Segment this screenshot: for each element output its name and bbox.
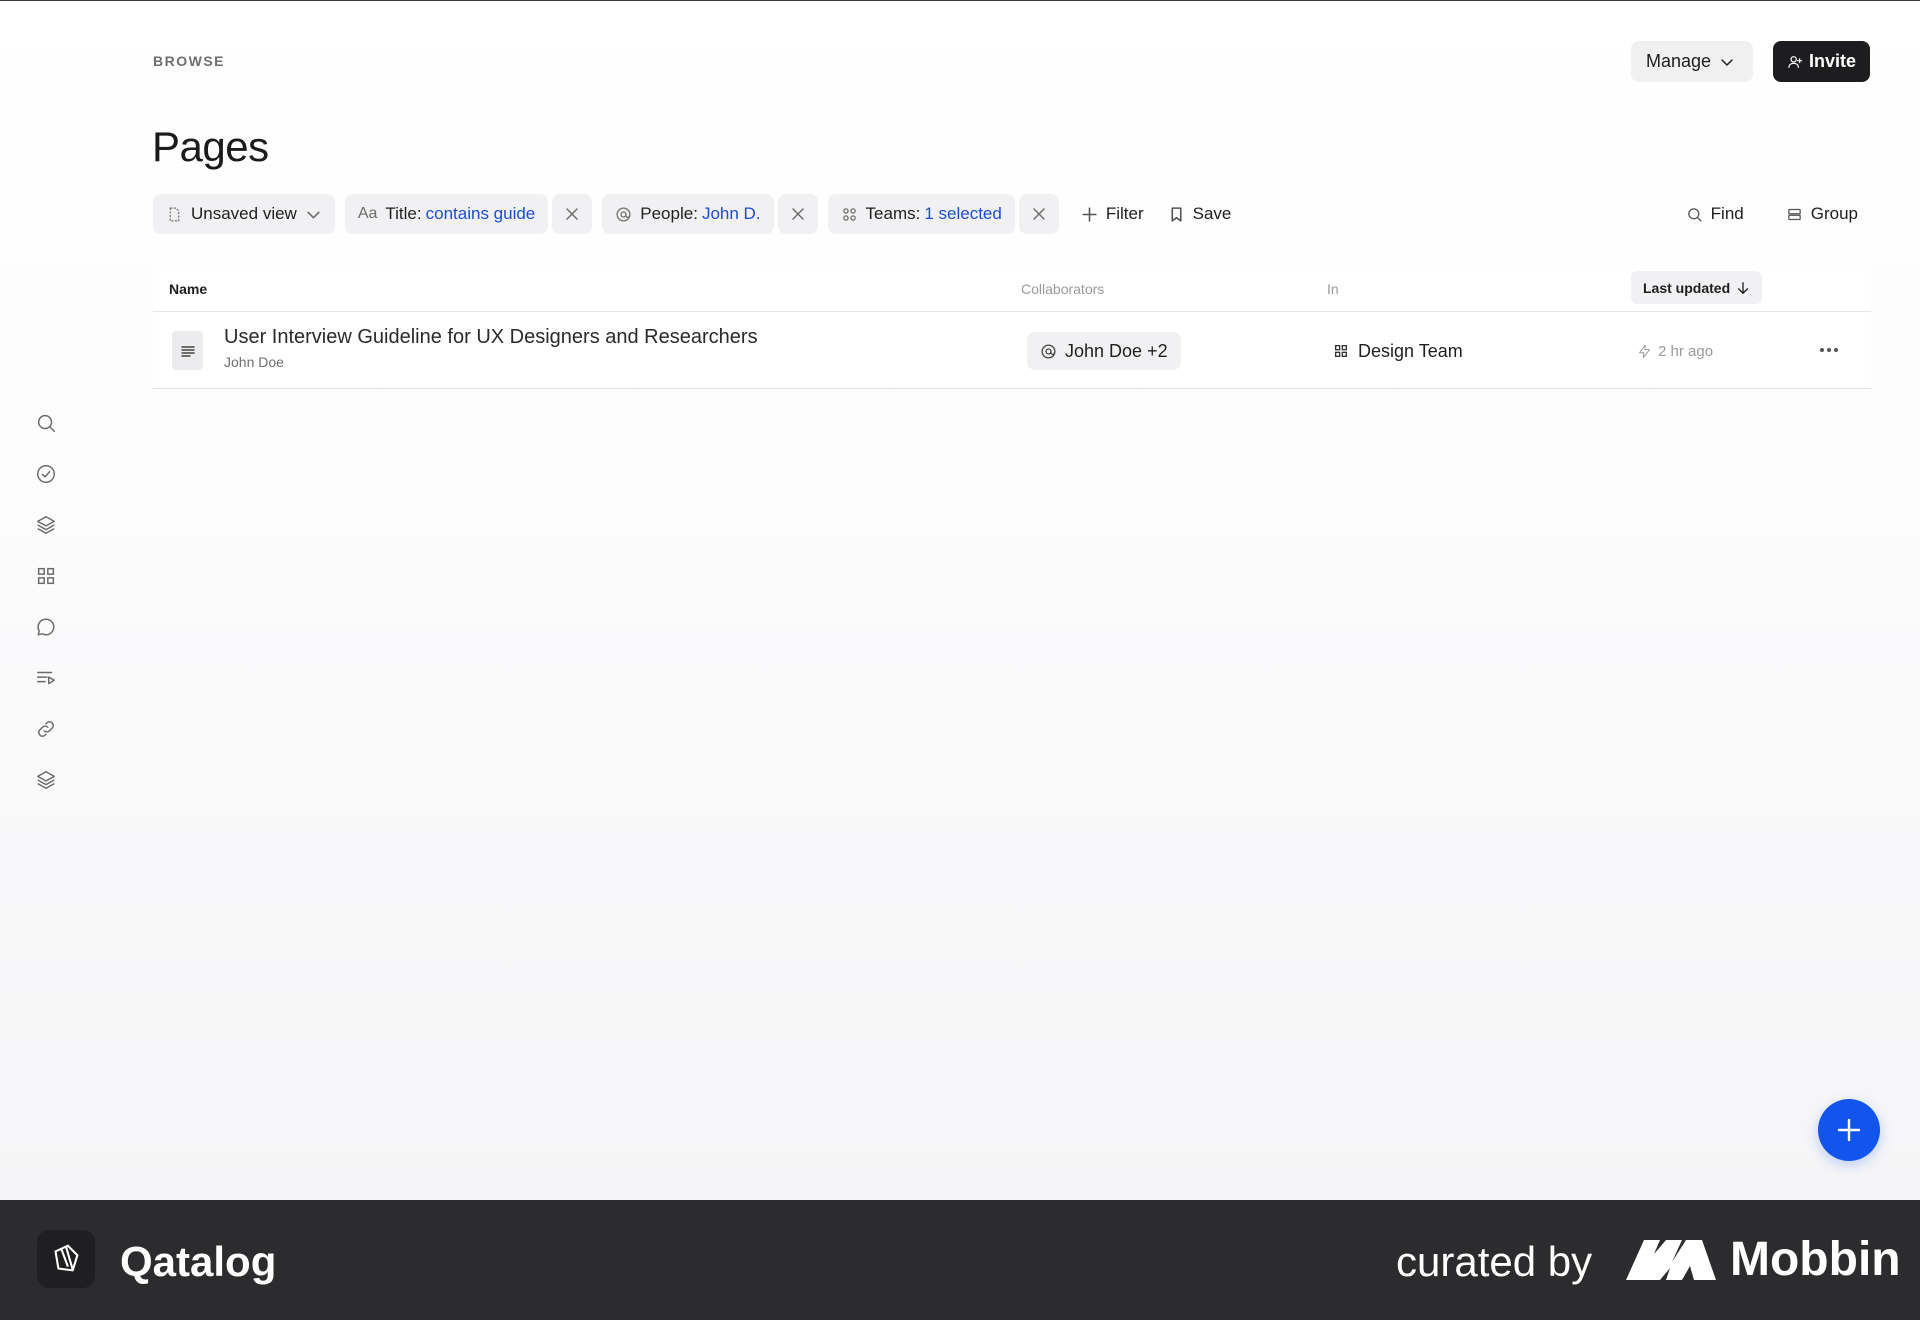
team-name: Design Team [1358,340,1463,361]
remove-people-filter-button[interactable] [777,194,818,234]
sidebar-item-apps[interactable] [30,560,62,592]
filter-bar: Unsaved view Aa Title: contains guide Pe… [153,194,1243,234]
remove-title-filter-button[interactable] [552,194,593,234]
page-title-cell[interactable]: User Interview Guideline for UX Designer… [224,326,758,349]
manage-button[interactable]: Manage [1631,41,1753,82]
table-tools: Find Group [1674,194,1870,234]
manage-label: Manage [1646,51,1712,71]
title-filter-label: Title: [385,204,422,223]
sidebar-item-stack[interactable] [30,764,62,796]
last-updated-cell: 2 hr ago [1637,332,1713,370]
group-button[interactable]: Group [1774,194,1870,234]
text-type-icon: Aa [357,205,378,222]
app-window: BROWSE Manage Invite Pages Unsaved view … [0,1,1920,1200]
view-label: Unsaved view [191,204,297,223]
close-icon [566,208,579,220]
grid-icon [1335,345,1347,357]
save-view-button[interactable]: Save [1156,194,1244,234]
playlist-icon [37,671,55,685]
invite-label: Invite [1808,51,1856,71]
at-sign-icon [616,206,631,222]
view-selector[interactable]: Unsaved view [153,194,335,234]
create-page-fab[interactable] [1818,1099,1880,1161]
collaborators-label: John Doe +2 [1065,340,1168,361]
people-filter-label: People: [640,204,698,223]
grid-icon [37,567,55,585]
mobbin-wordmark: Mobbin [1730,1233,1901,1286]
add-filter-label: Filter [1105,204,1144,223]
sidebar-item-search[interactable] [30,407,62,439]
chevron-down-icon [307,211,320,218]
team-link[interactable]: Design Team [1333,332,1463,370]
teams-filter-label: Teams: [865,204,921,223]
layers-icon [37,516,55,534]
people-filter-value: John D. [701,204,761,223]
app-name: Qatalog [120,1238,277,1285]
close-icon [791,208,804,220]
sidebar [30,407,62,815]
collaborators-pill[interactable]: John Doe +2 [1027,332,1181,370]
title-filter-chip[interactable]: Aa Title: contains guide [344,194,549,234]
sidebar-item-chat[interactable] [30,611,62,643]
bookmark-icon [1171,206,1182,222]
row-more-button[interactable] [1813,336,1845,364]
plus-icon [1837,1118,1861,1142]
chat-bubble-icon [37,618,55,636]
save-label: Save [1192,204,1232,223]
column-header-name[interactable]: Name [169,265,207,312]
group-label: Group [1810,204,1858,223]
add-user-icon [1788,55,1803,68]
teams-icon [842,207,856,221]
plus-icon [1082,206,1097,222]
remove-teams-filter-button[interactable] [1018,194,1059,234]
find-button[interactable]: Find [1674,194,1756,234]
breadcrumb: BROWSE [153,53,225,69]
column-header-collaborators[interactable]: Collaborators [1021,265,1104,312]
more-horizontal-icon [1820,348,1838,352]
stack-icon [37,771,55,789]
link-icon [38,721,54,737]
invite-button[interactable]: Invite [1773,41,1870,82]
find-label: Find [1710,204,1744,223]
table-header: Name Collaborators In Last updated [153,265,1871,312]
curated-by-label: curated by [1396,1238,1593,1285]
chevron-down-icon [1721,58,1733,66]
mobbin-logo-icon [1626,1240,1716,1280]
title-filter-value: contains guide [425,204,536,223]
close-icon [1033,208,1045,220]
page-title: Pages [152,123,269,170]
sidebar-item-projects[interactable] [30,509,62,541]
group-icon [1787,208,1801,220]
teams-filter-value: 1 selected [924,204,1002,223]
lightning-icon [1639,344,1650,358]
page-author: John Doe [224,354,284,370]
search-icon [37,414,55,432]
footer-banner: Qatalog curated by Mobbin [0,1200,1920,1320]
add-filter-button[interactable]: Filter [1069,194,1156,234]
pages-table: Name Collaborators In Last updated User … [153,265,1871,389]
people-filter-chip[interactable]: People: John D. [602,194,774,234]
search-icon [1687,207,1702,222]
last-updated-value: 2 hr ago [1658,342,1714,360]
sidebar-item-links[interactable] [30,713,62,745]
column-header-last-updated: Last updated [1643,279,1731,296]
column-header-in[interactable]: In [1327,265,1339,312]
arrow-down-icon [1738,281,1749,294]
page-doc-icon [172,331,203,370]
teams-filter-chip[interactable]: Teams: 1 selected [827,194,1015,234]
check-circle-icon [37,465,55,483]
sort-last-updated-button[interactable]: Last updated [1631,271,1763,304]
sidebar-item-feed[interactable] [30,662,62,694]
sidebar-item-tasks[interactable] [30,458,62,490]
at-sign-icon [1041,343,1056,359]
unsaved-page-icon [169,207,180,221]
table-row[interactable]: User Interview Guideline for UX Designer… [153,312,1871,389]
qatalog-logo-icon [37,1230,95,1288]
